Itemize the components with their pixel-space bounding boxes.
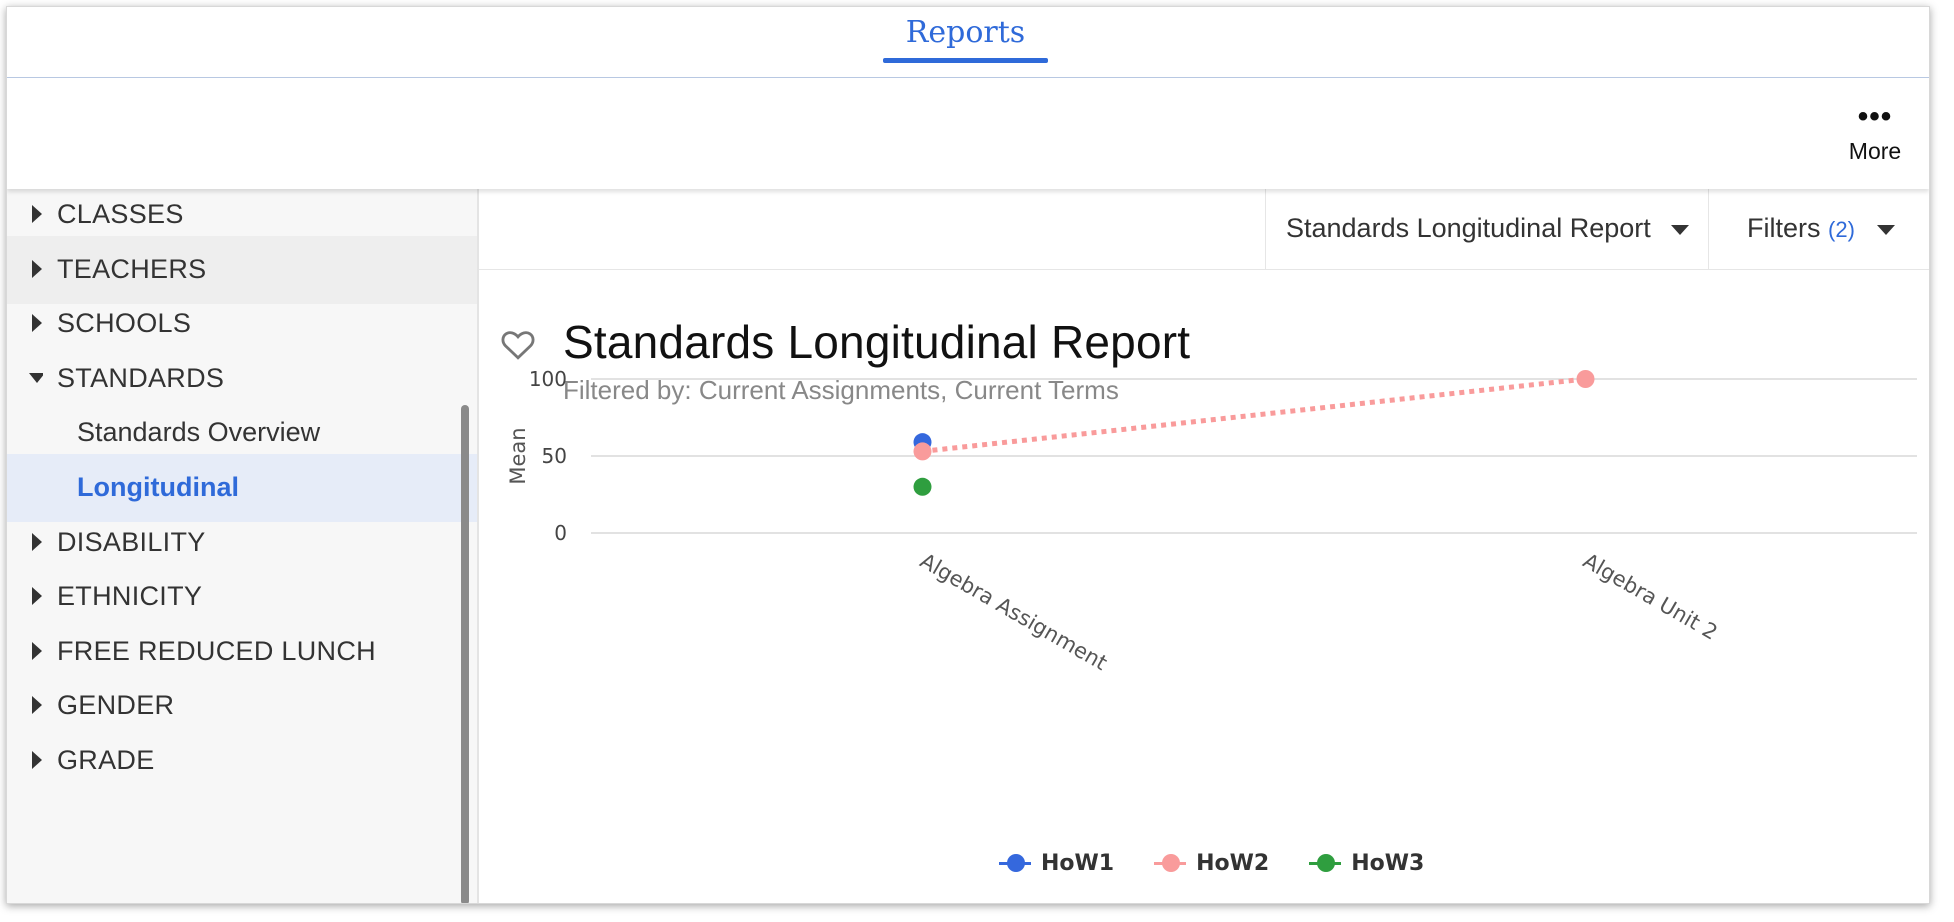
legend-marker [1309,853,1342,873]
legend-dot [1317,854,1336,872]
data-point-how3 [913,477,932,496]
caret-right-icon [32,751,42,769]
legend-label: HoW1 [1041,850,1115,876]
top-navigation: Reports [7,7,1929,78]
longitudinal-chart: 0 50 100 Mean Algebra Assignment Algebra Unit… [506,367,1917,676]
y-tick-label: 100 [529,367,567,391]
sidebar-item-label: GENDER [57,690,175,721]
caret-right-icon [32,696,42,715]
sidebar-item-label: DISABILITY [57,526,206,557]
more-button[interactable]: ••• More [1839,100,1911,165]
caret-right-icon [32,641,42,660]
y-tick-label: 0 [554,521,567,545]
legend-dot [1007,854,1025,872]
caret-down-icon [29,372,43,383]
sidebar-item-label: FREE REDUCED LUNCH [57,635,376,666]
sidebar-item-label: TEACHERS [57,253,207,284]
legend-dot [1162,854,1181,872]
x-tick-label: Algebra Assignment [916,549,1111,676]
legend-label: HoW3 [1351,850,1425,876]
caret-right-icon [32,532,42,551]
legend-item-how2[interactable]: HoW2 [1154,845,1269,881]
x-tick-label: Algebra Unit 2 [1579,549,1722,645]
sidebar: CLASSES TEACHERS SCHOOLS STANDARDS Standards… [7,189,479,903]
series-line-how2 [922,376,1586,454]
caret-right-icon [32,587,42,606]
toolbar: ••• More [7,78,1929,189]
sidebar-item-label: SCHOOLS [57,308,192,339]
main-content: Standards Longitudinal Report Filters (2… [479,189,1929,903]
tab-reports[interactable]: Reports [883,15,1048,63]
data-point-how2 [913,442,932,461]
sidebar-item-label: GRADE [57,745,155,775]
legend-item-how3[interactable]: HoW3 [1309,845,1424,881]
more-icon: ••• [1857,100,1893,133]
sidebar-item-label: Standards Overview [77,417,321,448]
sidebar-scrollbar[interactable] [461,405,469,903]
sidebar-item-grade[interactable]: GRADE [7,727,477,795]
caret-right-icon [32,314,42,333]
tab-reports-label: Reports [905,15,1026,50]
legend-item-how1[interactable]: HoW1 [999,845,1114,881]
sidebar-item-label: Longitudinal [77,472,239,502]
active-tab-indicator [883,58,1048,63]
y-tick-label: 50 [542,444,567,468]
more-label: More [1848,138,1902,164]
y-axis-title: Mean [506,427,530,484]
caret-right-icon [32,259,42,278]
legend-marker [1154,853,1187,873]
chart-legend: HoW1 HoW2 HoW3 [999,845,1424,881]
legend-marker [999,853,1031,873]
app-window: Reports ••• More CLASSES TEACHERS SCHOOLS S… [6,6,1930,904]
legend-label: HoW2 [1196,850,1270,876]
data-point-how2 [1576,370,1595,388]
sidebar-item-label: ETHNICITY [57,581,203,612]
caret-right-icon [32,205,42,223]
sidebar-item-label: STANDARDS [57,362,225,393]
sidebar-item-label: CLASSES [57,199,184,229]
